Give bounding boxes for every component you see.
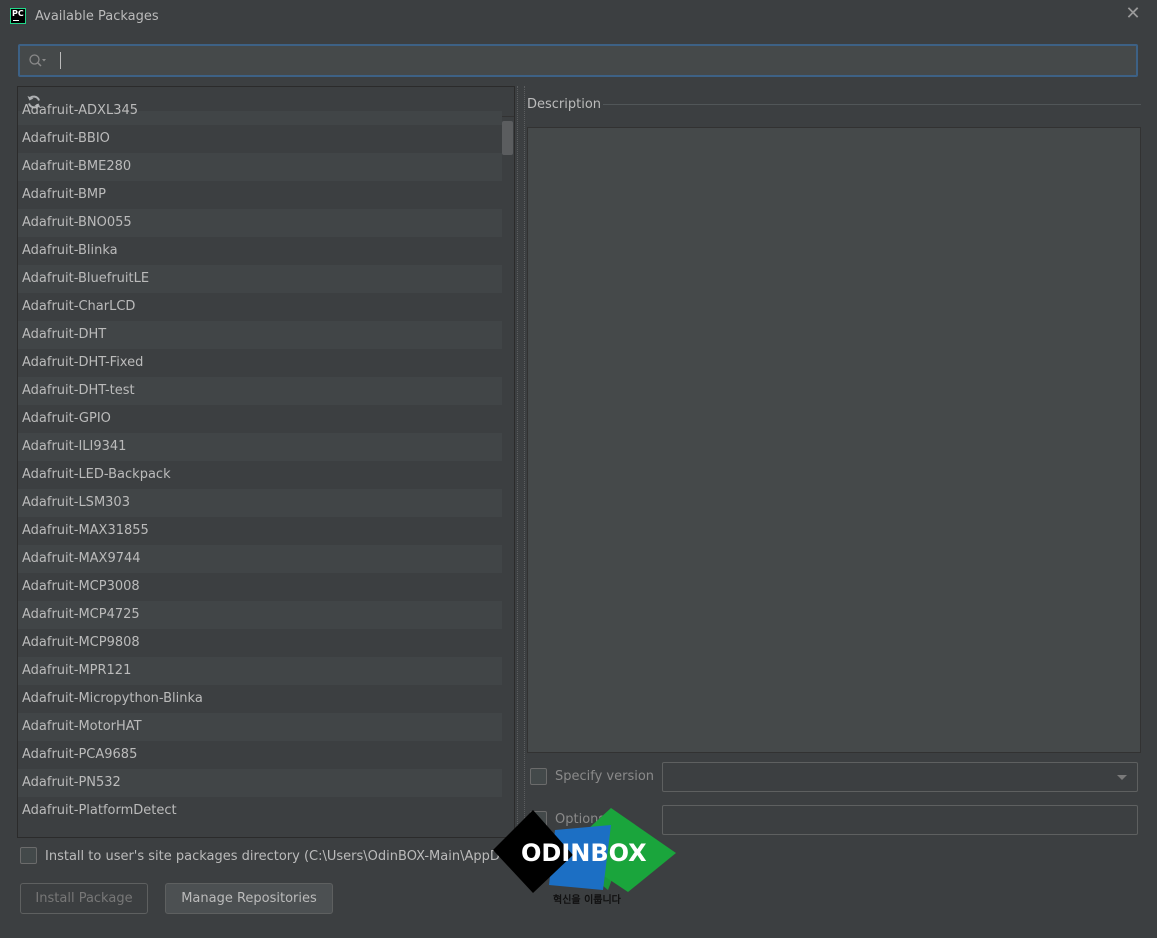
install-package-button[interactable]: Install Package [20,883,148,914]
package-list-item[interactable]: Adafruit-DHT-Fixed [18,349,502,377]
search-field[interactable] [18,44,1138,77]
window-title: Available Packages [35,9,159,24]
package-list-item[interactable]: Adafruit-MCP9808 [18,629,502,657]
package-list-item[interactable]: Adafruit-BluefruitLE [18,265,502,293]
package-list-item[interactable]: Adafruit-ADXL345 [18,104,502,125]
title-bar: PC Available Packages ✕ [0,0,1157,34]
search-input[interactable] [56,50,1126,72]
package-list-item[interactable]: Adafruit-MAX31855 [18,517,502,545]
package-list-item[interactable]: Adafruit-DHT-test [18,377,502,405]
package-list-item[interactable]: Adafruit-MPR121 [18,657,502,685]
package-list-item[interactable]: Adafruit-MAX9744 [18,545,502,573]
package-list-item[interactable]: Adafruit-BMP [18,181,502,209]
package-list: Adafruit-ADXL345 Adafruit-BBIO Adafruit-BM… [18,104,502,825]
package-list-item[interactable]: Adafruit-Micropython-Blinka [18,685,502,713]
chevron-down-icon [1117,775,1127,780]
package-list-item[interactable]: Adafruit-DHT [18,321,502,349]
package-list-item[interactable]: Adafruit-PN532 [18,769,502,797]
install-user-label: Install to user's site packages director… [45,849,500,864]
package-list-item[interactable]: Adafruit-GPIO [18,405,502,433]
odinbox-watermark-logo: ODINBOX 혁신을 이룹니다 [493,805,683,915]
options-input[interactable] [662,805,1138,835]
package-list-panel: Adafruit-ADXL345 Adafruit-BBIO Adafruit-BM… [17,86,515,838]
package-list-item[interactable]: Adafruit-LED-Backpack [18,461,502,489]
install-user-checkbox[interactable] [20,847,37,864]
app-icon-text: PC [12,9,24,18]
package-list-item[interactable]: Adafruit-BME280 [18,153,502,181]
specify-version-checkbox[interactable] [530,768,547,785]
description-area [527,127,1141,753]
version-select[interactable] [662,762,1138,792]
specify-version-label: Specify version [555,769,655,784]
package-list-item[interactable]: Adafruit-PlatformDetect [18,797,502,825]
package-list-item[interactable]: Adafruit-PCA9685 [18,741,502,769]
watermark-tagline: 혁신을 이룹니다 [553,895,621,906]
package-list-item[interactable]: Adafruit-CharLCD [18,293,502,321]
manage-repositories-button[interactable]: Manage Repositories [165,883,333,914]
package-list-item[interactable]: Adafruit-ILI9341 [18,433,502,461]
search-icon[interactable] [28,53,48,69]
scrollbar-thumb[interactable] [502,121,513,155]
description-label: Description [527,97,602,112]
panel-splitter[interactable] [517,86,525,838]
text-caret [60,52,61,69]
package-list-item[interactable]: Adafruit-MCP4725 [18,601,502,629]
package-list-item[interactable]: Adafruit-LSM303 [18,489,502,517]
watermark-brand: ODINBOX [521,839,647,867]
close-button[interactable]: ✕ [1123,5,1143,25]
package-list-item[interactable]: Adafruit-MotorHAT [18,713,502,741]
package-list-item[interactable]: Adafruit-Blinka [18,237,502,265]
package-list-item[interactable]: Adafruit-MCP3008 [18,573,502,601]
pycharm-icon: PC [10,8,26,24]
description-divider [603,104,1141,105]
package-list-item[interactable]: Adafruit-BNO055 [18,209,502,237]
package-list-item[interactable]: Adafruit-BBIO [18,125,502,153]
